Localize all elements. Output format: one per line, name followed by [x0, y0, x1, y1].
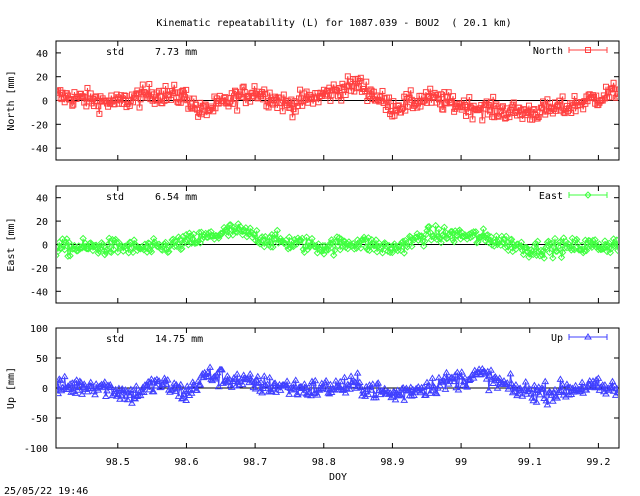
series-east — [57, 220, 618, 262]
x-tick-label: 99 — [455, 457, 467, 468]
legend-label: Up — [551, 333, 563, 344]
y-tick-label: 0 — [42, 384, 48, 395]
series-errorbar — [342, 389, 344, 391]
y-tick-label: -40 — [30, 144, 48, 155]
series-errorbar — [358, 80, 361, 88]
series-north — [57, 73, 618, 124]
y-tick-label: 100 — [30, 324, 48, 335]
series-errorbar — [181, 397, 184, 400]
x-tick-label: 99.1 — [518, 457, 542, 468]
chart-title: Kinematic repeatability (L) for 1087.039… — [156, 18, 511, 29]
y-axis-label: East [mm] — [6, 217, 17, 271]
x-tick-label: 98.9 — [380, 457, 404, 468]
footer-timestamp: 25/05/22 19:46 — [4, 486, 88, 496]
y-tick-label: 20 — [36, 73, 48, 84]
y-tick-label: 50 — [36, 354, 48, 365]
series-errorbar — [504, 117, 507, 119]
series-errorbar — [364, 239, 367, 248]
series-errorbar — [169, 244, 172, 247]
series-errorbar — [272, 239, 275, 248]
series-errorbar — [544, 246, 547, 249]
series-errorbar — [567, 243, 570, 245]
std-label: std — [106, 192, 124, 203]
x-tick-label: 98.7 — [243, 457, 267, 468]
y-axis-label: North [mm] — [6, 70, 17, 130]
y-tick-label: -40 — [30, 287, 48, 298]
y-tick-label: -100 — [24, 444, 48, 455]
series-errorbar — [523, 388, 526, 391]
y-tick-label: 40 — [36, 49, 48, 60]
series-errorbar — [411, 238, 414, 247]
repeatability-chart: Kinematic repeatability (L) for 1087.039… — [4, 18, 620, 496]
series-errorbar — [124, 94, 126, 97]
series-errorbar — [409, 235, 411, 238]
series-errorbar — [532, 246, 535, 255]
series-errorbar — [476, 241, 479, 244]
series-errorbar — [427, 95, 430, 98]
x-tick-label: 98.8 — [312, 457, 336, 468]
series-errorbar — [379, 246, 382, 249]
y-tick-label: -50 — [30, 414, 48, 425]
series-errorbar — [167, 251, 170, 253]
series-errorbar — [147, 242, 150, 245]
y-tick-label: 40 — [36, 194, 48, 205]
y-tick-label: 0 — [42, 97, 48, 108]
y-tick-label: -20 — [30, 120, 48, 131]
series-errorbar — [64, 242, 67, 250]
x-tick-label: 98.6 — [174, 457, 198, 468]
std-label: std — [106, 334, 124, 345]
x-tick-label: 98.5 — [106, 457, 130, 468]
series-errorbar — [243, 229, 246, 232]
series-errorbar — [180, 248, 183, 250]
std-value: 7.73 mm — [155, 47, 197, 58]
y-tick-label: -20 — [30, 264, 48, 275]
std-value: 14.75 mm — [155, 334, 203, 345]
std-label: std — [106, 47, 124, 58]
x-tick-label: 99.2 — [586, 457, 610, 468]
series-up — [57, 363, 618, 408]
legend-label: East — [539, 191, 563, 202]
y-tick-label: 20 — [36, 217, 48, 228]
y-axis-label: Up [mm] — [6, 367, 17, 409]
legend-label: North — [533, 46, 563, 57]
y-tick-label: 0 — [42, 241, 48, 252]
series-errorbar — [384, 242, 387, 245]
series-errorbar — [441, 234, 444, 236]
series-errorbar — [354, 381, 356, 383]
series-errorbar — [299, 89, 302, 99]
series-errorbar — [610, 386, 612, 389]
x-axis-label: DOY — [329, 472, 347, 483]
std-value: 6.54 mm — [155, 192, 197, 203]
series-errorbar — [253, 233, 255, 236]
